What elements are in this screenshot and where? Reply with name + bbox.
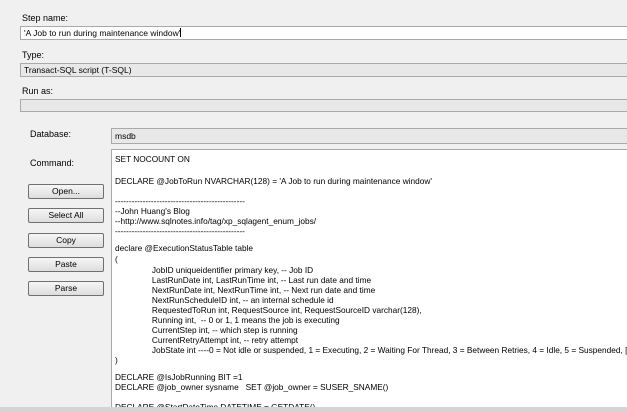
step-name-value: 'A Job to run during maintenance window' (24, 28, 181, 38)
code-line: RequestedToRun int, RequestSource int, R… (115, 305, 422, 315)
database-select[interactable]: msdb (111, 128, 627, 144)
code-line: JobID uniqueidentifier primary key, -- J… (115, 265, 314, 275)
job-step-properties-page: { "step_name": { "label": "Step name:", … (0, 0, 627, 412)
run-as-label: Run as: (22, 86, 54, 96)
parse-button[interactable]: Parse (28, 281, 104, 296)
bottom-strip (0, 407, 627, 412)
code-line: LastRunDate int, LastRunTime int, -- Las… (115, 275, 372, 285)
text-caret (180, 28, 182, 37)
command-editor[interactable]: SET NOCOUNT ON DECLARE @JobToRun NVARCHA… (111, 149, 627, 412)
code-line: ----------------------------------------… (115, 196, 245, 206)
select-all-button[interactable]: Select All (28, 208, 104, 223)
code-line: DECLARE @job_owner sysname SET @job_owne… (115, 382, 389, 392)
code-line: ) (115, 355, 118, 365)
code-line: Running int, -- 0 or 1, 1 means the job … (115, 315, 340, 325)
code-line: SET NOCOUNT ON (115, 154, 190, 164)
copy-button[interactable]: Copy (28, 233, 104, 248)
type-select[interactable]: Transact-SQL script (T-SQL) (20, 63, 627, 77)
code-line: NextRunDate int, NextRunTime int, -- Nex… (115, 285, 376, 295)
step-name-label: Step name: (22, 13, 69, 23)
code-line: JobState int ----0 = Not idle or suspend… (115, 345, 627, 355)
type-label: Type: (22, 50, 45, 60)
command-label: Command: (30, 158, 75, 168)
code-line: CurrentStep int, -- which step is runnin… (115, 325, 298, 335)
code-line: DECLARE @JobToRun NVARCHAR(128) = 'A Job… (115, 176, 432, 186)
code-line: ----------------------------------------… (115, 226, 245, 236)
code-line: ( (115, 254, 118, 264)
code-line: DECLARE @IsJobRunning BIT =1 (115, 372, 243, 382)
code-line: NextRunScheduleID int, -- an internal sc… (115, 295, 334, 305)
code-line: --http://www.sqlnotes.info/tag/xp_sqlage… (115, 216, 317, 226)
step-name-input[interactable]: 'A Job to run during maintenance window' (20, 26, 627, 40)
code-line: declare @ExecutionStatusTable table (115, 243, 254, 253)
database-label: Database: (30, 129, 72, 139)
paste-button[interactable]: Paste (28, 257, 104, 272)
run-as-select[interactable] (20, 99, 627, 112)
code-line: CurrentRetryAttempt int, -- retry attemp… (115, 335, 299, 345)
open-button[interactable]: Open... (28, 184, 104, 199)
code-line: --John Huang's Blog (115, 206, 190, 216)
